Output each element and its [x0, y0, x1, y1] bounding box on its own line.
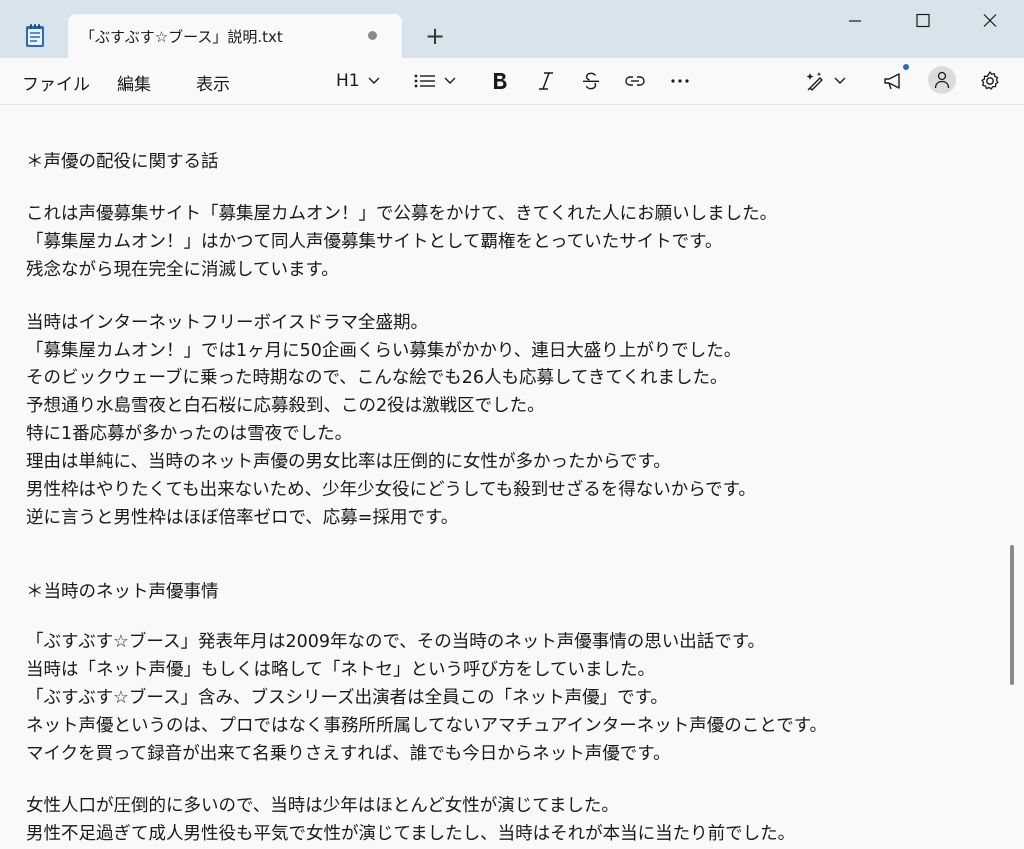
- doc-line: 男性不足過ぎて成人男性役も平気で女性が演じてましたし、当時はそれが本当に当たり前…: [26, 824, 796, 844]
- doc-line: 予想通り水島雪夜と白石桜に応募殺到、この2役は激戦区でした。: [26, 396, 545, 416]
- doc-line: 当時はインターネットフリーボイスドラマ全盛期。: [26, 313, 428, 333]
- toolbar: ファイル 編集 表示 H1: [0, 58, 1024, 105]
- tab-document[interactable]: 「ぶすぶす☆ブース」説明.txt: [68, 14, 402, 60]
- gear-icon: [981, 71, 999, 90]
- close-button[interactable]: [967, 0, 1013, 42]
- doc-line: 逆に言うと男性枠はほぼ倍率ゼロで、応募=採用です。: [26, 508, 459, 528]
- minimize-button[interactable]: [832, 0, 878, 42]
- more-options-button[interactable]: [670, 66, 690, 96]
- doc-line: 男性枠はやりたくても出来ないため、少年少女役にどうしても殺到せざるを得ないからで…: [26, 480, 756, 500]
- doc-heading: ＊声優の配役に関する話: [26, 152, 219, 172]
- menu-file[interactable]: ファイル: [22, 70, 90, 95]
- link-icon: [625, 76, 645, 86]
- doc-line: 残念ながら現在完全に消滅しています。: [26, 260, 339, 280]
- settings-button[interactable]: [979, 66, 1001, 96]
- list-dropdown[interactable]: [414, 66, 456, 96]
- bold-button[interactable]: [491, 66, 509, 96]
- doc-line: 女性人口が圧倒的に多いので、当時は少年はほとんど女性が演じてました。: [26, 796, 619, 816]
- doc-line: 理由は単純に、当時のネット声優の男女比率は圧倒的に女性が多かったからです。: [26, 452, 671, 472]
- document-editor[interactable]: ＊声優の配役に関する話 これは声優募集サイト「募集屋カムオン！」で公募をかけて、…: [0, 105, 1024, 849]
- doc-line: ネット声優というのは、プロではなく事務所所属してないアマチュアインターネット声優…: [26, 716, 827, 736]
- account-avatar[interactable]: [928, 66, 956, 94]
- unsaved-indicator-icon[interactable]: [368, 31, 377, 40]
- chevron-down-icon: [444, 77, 456, 84]
- heading-label: H1: [336, 71, 360, 91]
- chevron-down-icon: [834, 77, 846, 84]
- vertical-scrollbar[interactable]: [1010, 545, 1014, 685]
- doc-line: 当時は「ネット声優」もしくは略して「ネトセ」という呼び方をしていました。: [26, 660, 655, 680]
- ai-pen-icon: [806, 72, 823, 91]
- doc-line: 「ぶすぶす☆ブース」発表年月は2009年なので、その当時のネット声優事情の思い出…: [26, 632, 766, 652]
- menu-view[interactable]: 表示: [196, 70, 230, 95]
- link-button[interactable]: [624, 66, 646, 96]
- bold-icon: [494, 73, 507, 89]
- title-bar: 「ぶすぶす☆ブース」説明.txt +: [0, 0, 1024, 60]
- doc-line: 特に1番応募が多かったのは雪夜でした。: [26, 424, 353, 444]
- strikethrough-button[interactable]: [581, 66, 601, 96]
- user-icon: [934, 71, 950, 89]
- tab-title: 「ぶすぶす☆ブース」説明.txt: [80, 28, 283, 46]
- italic-button[interactable]: [537, 66, 555, 96]
- copilot-dropdown[interactable]: [804, 66, 846, 96]
- doc-line: これは声優募集サイト「募集屋カムオン！」で公募をかけて、きてくれた人にお願いしま…: [26, 204, 778, 224]
- megaphone-icon: [884, 73, 900, 90]
- more-icon: [671, 79, 689, 83]
- minimize-icon: [849, 20, 861, 22]
- maximize-button[interactable]: [900, 0, 946, 42]
- doc-line: 「募集屋カムオン！」はかつて同人声優募集サイトとして覇権をとっていたサイトです。: [26, 232, 723, 252]
- doc-line: そのビックウェーブに乗った時期なので、こんな絵でも26人も応募してきてくれました…: [26, 368, 728, 388]
- announcements-button[interactable]: [882, 66, 906, 96]
- italic-icon: [539, 72, 553, 90]
- doc-line: 「募集屋カムオン！」では1ヶ月に50企画くらい募集がかかり、連日大盛り上がりでし…: [26, 341, 742, 361]
- chevron-down-icon: [368, 77, 380, 84]
- doc-line: 「ぶすぶす☆ブース」含み、ブスシリーズ出演者は全員この「ネット声優」です。: [26, 688, 668, 708]
- list-icon: [414, 74, 435, 88]
- notepad-window: 「ぶすぶす☆ブース」説明.txt + ファイル 編集 表示 H1 ＊声優の配役に…: [0, 0, 1024, 849]
- strikethrough-icon: [583, 72, 599, 90]
- close-icon: [983, 14, 997, 27]
- doc-line: マイクを買って録音が出来て名乗りさえすれば、誰でも今日からネット声優です。: [26, 744, 671, 764]
- maximize-icon: [916, 13, 930, 28]
- doc-heading: ＊当時のネット声優事情: [26, 582, 219, 602]
- heading-dropdown[interactable]: H1: [336, 66, 380, 96]
- notepad-icon: [22, 22, 48, 48]
- notification-dot-icon: [903, 64, 909, 70]
- new-tab-button[interactable]: +: [420, 22, 450, 52]
- menu-edit[interactable]: 編集: [117, 70, 151, 95]
